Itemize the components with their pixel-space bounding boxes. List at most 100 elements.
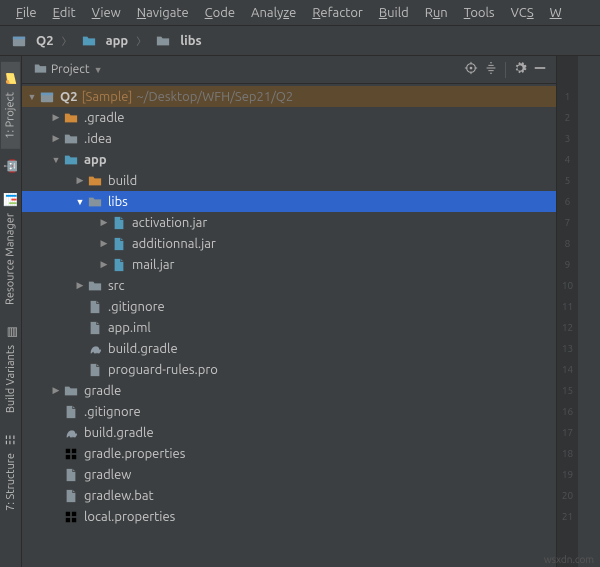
menu-analyze[interactable]: Analyze	[243, 4, 304, 22]
menu-vcs[interactable]: VCS	[503, 4, 542, 22]
folder-icon	[80, 34, 98, 48]
file-icon	[62, 489, 80, 503]
tree-node-gradlew-bat[interactable]: gradlew.bat	[22, 485, 556, 506]
breadcrumb-root[interactable]: Q2	[6, 33, 58, 49]
tree-node-app[interactable]: ▼ app	[22, 149, 556, 170]
menu-tools[interactable]: Tools	[456, 4, 503, 22]
expand-arrow-icon[interactable]: ▶	[50, 385, 62, 396]
expand-arrow-icon[interactable]: ▼	[74, 197, 86, 207]
menu-edit[interactable]: Edit	[45, 4, 84, 22]
navigation-bar: Q2 〉 app 〉 libs	[0, 26, 600, 56]
folder-icon	[62, 384, 80, 398]
menu-window[interactable]: W	[542, 4, 570, 22]
expand-arrow-icon[interactable]: ▶	[98, 259, 110, 270]
tree-label: build.gradle	[84, 426, 154, 440]
menu-code[interactable]: Code	[197, 4, 243, 22]
expand-arrow-icon[interactable]: ▼	[50, 155, 62, 165]
tree-node-build-gradle[interactable]: build.gradle	[22, 422, 556, 443]
tab-label: Resource Manager	[4, 213, 16, 305]
tree-label: gradlew.bat	[84, 489, 154, 503]
module-icon	[10, 34, 28, 48]
expand-arrow-icon[interactable]: ▶	[50, 133, 62, 144]
android-icon: 🤖	[3, 158, 17, 173]
tree-node-app-iml[interactable]: app.iml	[22, 317, 556, 338]
breadcrumb-app-label: app	[106, 34, 129, 48]
chevron-icon: 〉	[136, 33, 146, 48]
tree-node-activation-jar[interactable]: ▶ activation.jar	[22, 212, 556, 233]
tree-label: app.iml	[108, 321, 151, 335]
breadcrumb-app[interactable]: app	[76, 33, 133, 49]
expand-arrow-icon[interactable]: ▶	[74, 175, 86, 186]
settings-icon[interactable]	[510, 61, 530, 78]
breadcrumb-libs[interactable]: libs	[150, 33, 205, 49]
expand-arrow-icon[interactable]: ▼	[26, 92, 38, 102]
menu-file[interactable]: FFileile	[8, 4, 45, 22]
panel-title-icon	[34, 62, 47, 78]
tree-node-app-gitignore[interactable]: .gitignore	[22, 296, 556, 317]
tree-node-mail-jar[interactable]: ▶ mail.jar	[22, 254, 556, 275]
line-number: 17	[562, 422, 573, 443]
line-number: 13	[562, 338, 573, 359]
menu-navigate[interactable]: Navigate	[129, 4, 197, 22]
tree-node-gradle[interactable]: ▶ .gradle	[22, 107, 556, 128]
folder-icon: 📁	[3, 72, 17, 87]
jar-icon	[110, 216, 128, 230]
collapse-all-icon[interactable]	[481, 61, 501, 78]
file-icon	[86, 321, 104, 335]
menu-build[interactable]: Build	[371, 4, 417, 22]
project-view-dropdown[interactable]: Project ▼	[28, 60, 109, 80]
tree-node-gradle-properties[interactable]: gradle.properties	[22, 443, 556, 464]
tool-tab-structure[interactable]: 7: Structure ☷	[3, 423, 19, 521]
tree-node-additionnal-jar[interactable]: ▶ additionnal.jar	[22, 233, 556, 254]
tool-tab-resource-manager[interactable]: Resource Manager 📊	[1, 183, 20, 315]
expand-arrow-icon[interactable]: ▶	[98, 217, 110, 228]
left-tool-strip: 1: Project 📁 🤖 Resource Manager 📊 Build …	[0, 56, 22, 567]
line-number: 8	[565, 233, 571, 254]
tree-node-idea[interactable]: ▶ .idea	[22, 128, 556, 149]
tree-tag: [Sample]	[82, 90, 133, 104]
folder-icon	[86, 195, 104, 209]
tool-tab-project[interactable]: 1: Project 📁	[1, 62, 20, 149]
tree-node-root[interactable]: ▼ Q2 [Sample] ~/Desktop/WFH/Sep21/Q2	[22, 86, 556, 107]
tree-node-src[interactable]: ▶ src	[22, 275, 556, 296]
chevron-icon: 〉	[62, 33, 72, 48]
line-number: 20	[562, 485, 573, 506]
hide-icon[interactable]	[530, 61, 550, 78]
project-tree[interactable]: ▼ Q2 [Sample] ~/Desktop/WFH/Sep21/Q2 ▶ .…	[22, 84, 556, 567]
menu-refactor[interactable]: Refactor	[304, 4, 371, 22]
tree-node-gradle-folder[interactable]: ▶ gradle	[22, 380, 556, 401]
tree-node-build[interactable]: ▶ build	[22, 170, 556, 191]
menu-run[interactable]: Run	[417, 4, 456, 22]
tree-node-proguard[interactable]: proguard-rules.pro	[22, 359, 556, 380]
menu-view[interactable]: View	[84, 4, 129, 22]
expand-arrow-icon[interactable]: ▶	[50, 112, 62, 123]
tree-node-libs[interactable]: ▼ libs	[22, 191, 556, 212]
tab-label: 1: Project	[4, 92, 16, 139]
expand-arrow-icon[interactable]: ▶	[74, 280, 86, 291]
line-number: 21	[562, 506, 573, 527]
file-icon	[62, 405, 80, 419]
breadcrumb-root-label: Q2	[36, 34, 54, 48]
locate-icon[interactable]	[461, 61, 481, 78]
file-icon	[86, 363, 104, 377]
tree-node-app-build-gradle[interactable]: build.gradle	[22, 338, 556, 359]
tree-label: app	[84, 153, 107, 167]
tool-tab-build-variants[interactable]: Build Variants ▤	[3, 315, 19, 423]
line-number: 19	[562, 464, 573, 485]
tree-node-local-properties[interactable]: local.properties	[22, 506, 556, 527]
file-icon	[86, 300, 104, 314]
tree-node-gitignore[interactable]: .gitignore	[22, 401, 556, 422]
tree-label: src	[108, 279, 125, 293]
tree-label: proguard-rules.pro	[108, 363, 218, 377]
tree-label: local.properties	[84, 510, 175, 524]
line-number: 18	[562, 443, 573, 464]
folder-icon	[62, 132, 80, 146]
tree-path: ~/Desktop/WFH/Sep21/Q2	[136, 90, 293, 104]
tool-tab-android[interactable]: 🤖	[1, 149, 20, 183]
tree-node-gradlew[interactable]: gradlew	[22, 464, 556, 485]
expand-arrow-icon[interactable]: ▶	[98, 238, 110, 249]
properties-icon	[62, 447, 80, 461]
tree-label: build	[108, 174, 137, 188]
separator	[505, 62, 506, 78]
jar-icon	[110, 237, 128, 251]
